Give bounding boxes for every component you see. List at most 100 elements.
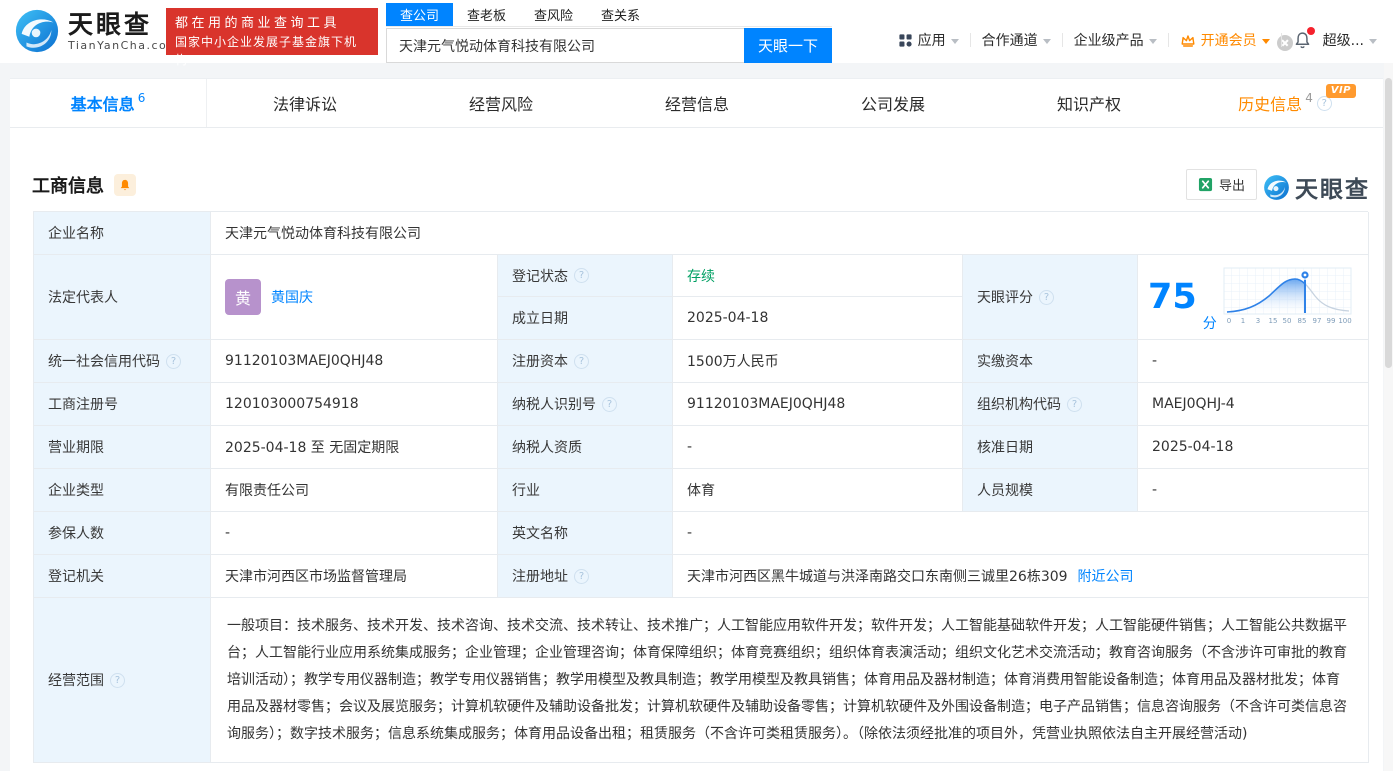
- tab-intellectual-property[interactable]: 知识产权: [991, 79, 1187, 127]
- nav-super-vip[interactable]: 超级...: [1323, 30, 1377, 50]
- legal-rep-link[interactable]: 黄国庆: [271, 287, 313, 307]
- tab-intellectual-property-label: 知识产权: [1056, 95, 1121, 114]
- logo-text-block: 天眼查 TianYanCha.com: [68, 10, 180, 52]
- tab-operating-risk[interactable]: 经营风险: [403, 79, 599, 127]
- approval-date-value: 2025-04-18: [1138, 426, 1369, 469]
- site-logo[interactable]: 天眼查 TianYanCha.com: [14, 8, 179, 54]
- nav-divider: [1167, 33, 1169, 47]
- brand-domain: TianYanCha.com: [68, 38, 180, 52]
- search-button[interactable]: 天眼一下: [744, 28, 832, 63]
- reg-status-label-cell: 登记状态 ?: [498, 255, 673, 297]
- axis-tick: 99: [1326, 317, 1335, 325]
- watermark-brand-text: 天眼查: [1295, 177, 1370, 203]
- tianyancha-logo-icon: [15, 9, 59, 53]
- section-title: 工商信息: [32, 176, 104, 197]
- crown-icon: [1181, 34, 1195, 47]
- notifications-button[interactable]: [1293, 26, 1315, 50]
- export-button[interactable]: 导出: [1185, 169, 1257, 200]
- chevron-down-icon: [1261, 38, 1270, 44]
- search-tab-risk[interactable]: 查风险: [520, 3, 587, 26]
- chevron-down-icon: [950, 38, 959, 44]
- nav-apps[interactable]: 应用: [898, 30, 959, 50]
- business-scope-label: 经营范围: [48, 673, 104, 689]
- export-label: 导出: [1218, 179, 1245, 194]
- company-type-label: 企业类型: [34, 469, 211, 512]
- credit-code-value: 91120103MAEJ0QHJ48: [211, 340, 498, 383]
- help-icon[interactable]: ?: [166, 353, 181, 369]
- help-icon[interactable]: ?: [1039, 289, 1054, 305]
- tab-operating-info-label: 经营信息: [664, 95, 729, 114]
- slogan-line1: 都在用的商业查询工具: [175, 16, 341, 31]
- bell-icon: [120, 179, 130, 190]
- tab-operating-info[interactable]: 经营信息: [599, 79, 795, 127]
- notification-dot: [1306, 26, 1315, 35]
- tyc-score-cell: 75 分 0 1 3 15 50 85 97 99 100: [1138, 255, 1369, 340]
- credit-code-label: 统一社会信用代码: [48, 354, 160, 370]
- help-icon[interactable]: ?: [574, 268, 589, 283]
- taxpayer-id-label: 纳税人识别号: [512, 397, 596, 413]
- registry-value: 天津市河西区市场监督管理局: [211, 555, 498, 598]
- tab-company-development[interactable]: 公司发展: [795, 79, 991, 127]
- legal-rep-cell: 黄 黄国庆: [211, 255, 498, 340]
- tab-basic-info-count: 6: [137, 91, 146, 105]
- help-icon[interactable]: ?: [110, 672, 125, 688]
- search-input[interactable]: [386, 28, 744, 63]
- reg-number-label: 工商注册号: [34, 383, 211, 426]
- tab-basic-info[interactable]: 基本信息 6: [10, 79, 207, 127]
- help-icon[interactable]: ?: [602, 396, 617, 412]
- staff-size-label: 人员规模: [963, 469, 1138, 512]
- nav-enterprise[interactable]: 企业级产品: [1074, 30, 1157, 50]
- tab-legal[interactable]: 法律诉讼: [207, 79, 403, 127]
- establish-date-label: 成立日期: [498, 297, 673, 340]
- english-name-value: -: [673, 512, 1369, 555]
- nav-open-vip[interactable]: 开通会员: [1180, 30, 1270, 50]
- tab-basic-info-label: 基本信息: [70, 95, 135, 114]
- search-tab-company[interactable]: 查公司: [386, 3, 454, 26]
- legal-rep-label: 法定代表人: [34, 255, 211, 340]
- reg-capital-label-cell: 注册资本 ?: [498, 340, 673, 383]
- industry-value: 体育: [673, 469, 963, 512]
- business-info-table: 企业名称 天津元气悦动体育科技有限公司 法定代表人 黄 黄国庆 登记状态 ? 存…: [33, 211, 1369, 763]
- nav-cooperation-label: 合作通道: [981, 33, 1038, 49]
- staff-size-value: -: [1138, 469, 1369, 512]
- paid-capital-label: 实缴资本: [963, 340, 1138, 383]
- tianyancha-company-page: 天眼查 TianYanCha.com 都在用的商业查询工具 国家中小企业发展子基…: [0, 0, 1393, 771]
- monitor-bell-button[interactable]: [114, 174, 136, 196]
- search-tab-boss[interactable]: 查老板: [453, 3, 520, 26]
- company-type-value: 有限责任公司: [211, 469, 498, 512]
- tab-history-info[interactable]: 历史信息 4 ? VIP: [1187, 79, 1383, 127]
- paid-capital-value: -: [1138, 340, 1369, 383]
- axis-tick: 3: [1255, 317, 1259, 325]
- page-scrollbar[interactable]: [1384, 63, 1393, 771]
- tyc-score-label-cell: 天眼评分 ?: [963, 255, 1138, 340]
- search-tabs: 查公司 查老板 查风险 查关系: [386, 3, 832, 27]
- nav-apps-label: 应用: [917, 33, 946, 49]
- help-icon[interactable]: ?: [574, 353, 589, 369]
- org-code-label: 组织机构代码: [977, 397, 1061, 413]
- score-value: 75: [1148, 276, 1197, 317]
- section-title-row: 工商信息: [32, 172, 136, 198]
- registry-label: 登记机关: [34, 555, 211, 598]
- help-icon[interactable]: ?: [1067, 396, 1082, 412]
- org-code-value: MAEJ0QHJ-4: [1138, 383, 1369, 426]
- chevron-down-icon: [1148, 38, 1157, 44]
- nav-super-vip-label: 超级...: [1322, 33, 1364, 49]
- tab-history-info-label: 历史信息: [1238, 95, 1303, 114]
- reg-status-value: 存续: [673, 255, 963, 297]
- score-unit: 分: [1202, 316, 1217, 332]
- credit-code-label-cell: 统一社会信用代码 ?: [34, 340, 211, 383]
- reg-capital-value: 1500万人民币: [673, 340, 963, 383]
- reg-address-label-cell: 注册地址 ?: [498, 555, 673, 598]
- nav-cooperation[interactable]: 合作通道: [982, 30, 1051, 50]
- scrollbar-thumb[interactable]: [1385, 78, 1392, 368]
- taxpayer-id-label-cell: 纳税人识别号 ?: [498, 383, 673, 426]
- chevron-down-icon: [1369, 38, 1377, 44]
- reg-capital-label: 注册资本: [512, 354, 568, 370]
- reg-status-label: 登记状态: [512, 268, 568, 285]
- nearby-companies-link[interactable]: 附近公司: [1078, 566, 1134, 586]
- help-icon[interactable]: ?: [574, 568, 589, 584]
- business-term-label: 营业期限: [34, 426, 211, 469]
- taxpayer-qual-value: -: [673, 426, 963, 469]
- approval-date-label: 核准日期: [963, 426, 1138, 469]
- search-tab-relation[interactable]: 查关系: [587, 3, 654, 26]
